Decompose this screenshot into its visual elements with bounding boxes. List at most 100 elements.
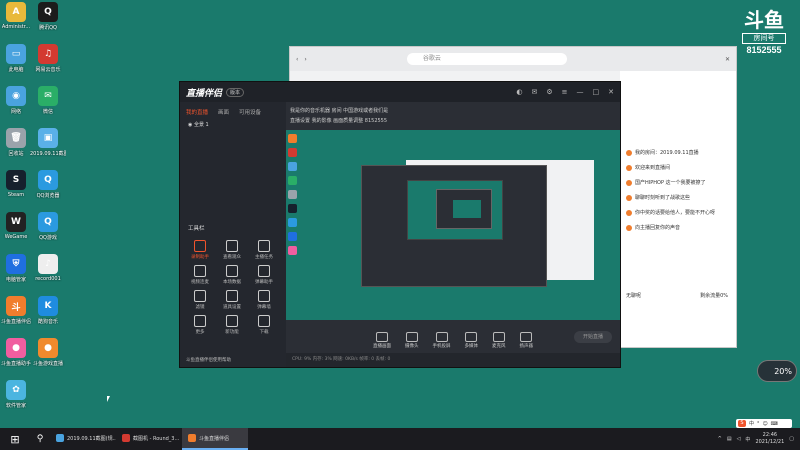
app-icon: ● <box>6 338 26 358</box>
desktop-icon[interactable]: Q QQ浏览器 <box>30 170 66 199</box>
windows-start-icon[interactable]: ⊞ <box>0 433 30 446</box>
system-tray: ^ ▤ ◁ 中 22:46 2021/12/21 ▢ <box>718 432 800 446</box>
tab-my-live[interactable]: 我的直播 <box>186 108 208 116</box>
address-bar[interactable]: 谷歌云 <box>406 53 567 65</box>
desktop-icon[interactable]: ♫ 网易云音乐 <box>30 44 66 73</box>
version-badge[interactable]: 版本 <box>226 87 245 97</box>
notification-icon[interactable]: ▢ <box>789 436 794 442</box>
app-icon: 🗑 <box>6 128 26 148</box>
sidebar-tabs: 我的直播 画面 可用设备 <box>180 102 284 118</box>
control-button[interactable]: 直播画面 <box>373 332 391 349</box>
sogou-icon[interactable]: S <box>738 420 746 427</box>
forward-icon[interactable]: › <box>304 56 306 63</box>
control-button[interactable]: 麦克风 <box>492 332 506 349</box>
tool-button[interactable]: 本场数据 <box>216 265 248 285</box>
control-button[interactable]: 扬声器 <box>520 332 533 349</box>
tool-label: 录制助手 <box>191 255 209 260</box>
tool-button[interactable]: 查看观众 <box>216 240 248 260</box>
app-icon: ♪ <box>38 254 58 274</box>
ime-tray[interactable]: 中 <box>745 436 750 443</box>
control-button[interactable]: 多媒体 <box>465 332 478 349</box>
tool-button[interactable]: 道具设置 <box>216 290 248 310</box>
avatar <box>626 179 632 186</box>
desktop-icon[interactable]: 🗑 回收站 <box>0 128 34 157</box>
chat-text: 欢迎来到直播间 <box>635 165 671 171</box>
settings-icon[interactable]: ⚙ <box>546 88 552 96</box>
desktop-icon[interactable]: ♪ record001 <box>30 254 66 282</box>
desktop-icon-label: 回收站 <box>8 151 24 157</box>
desktop-icon[interactable]: W WeGame <box>0 212 34 240</box>
desktop-icon-label: 网易云音乐 <box>35 67 61 73</box>
search-icon[interactable]: ⚲ <box>30 434 50 444</box>
network-icon[interactable]: ▤ <box>727 436 732 442</box>
clock[interactable]: 22:46 2021/12/21 <box>755 432 784 446</box>
desktop-icon[interactable]: ▭ 此电脑 <box>0 44 34 73</box>
preview-nested-desktop-2 <box>453 200 481 218</box>
eye-icon[interactable]: ◉ <box>188 122 192 128</box>
desktop-icon[interactable]: K 酷狗音乐 <box>30 296 66 325</box>
scene-label: 全景 1 <box>193 122 209 128</box>
control-button[interactable]: 手机投屏 <box>433 332 451 349</box>
desktop-icon[interactable]: 斗斗鱼直播伴侣 <box>0 296 34 325</box>
taskbar-app-icon <box>122 434 130 442</box>
desktop-icon[interactable]: ▣ 2019.09.11截图 <box>30 128 66 157</box>
tab-devices[interactable]: 可用设备 <box>239 108 261 116</box>
ime-mode[interactable]: 中 <box>749 420 754 427</box>
desktop-icon-label: 2019.09.11截图 <box>30 151 66 157</box>
chat-input-hint[interactable]: 无聊呢 <box>626 292 641 299</box>
desktop-icon[interactable]: ◉ 网络 <box>0 86 34 115</box>
desktop-icon[interactable]: Q 腾讯QQ <box>30 2 66 31</box>
float-traffic-badge[interactable]: 20% <box>757 360 797 382</box>
main-area: 我是你的音乐机器 房间 中国游戏或者我们是 直播设置 我的影像 画面质量调整 8… <box>286 102 620 367</box>
desktop-icon[interactable]: Q QQ游戏 <box>30 212 66 241</box>
taskbar-item[interactable]: 斗鱼直播伴侣 <box>182 428 248 450</box>
desktop-icon[interactable]: A Administr... <box>0 2 34 30</box>
preview-nested-app <box>436 189 492 229</box>
chat-text: 我的房间：2019.09.11直播 <box>635 150 699 156</box>
tool-button[interactable]: 视频连麦 <box>184 265 216 285</box>
close-icon[interactable]: ✕ <box>725 56 730 63</box>
tool-icon <box>258 315 270 327</box>
help-link[interactable]: 斗鱼直播伴侣使用帮助 <box>186 357 231 363</box>
keyboard-icon[interactable]: ⌨ <box>771 421 778 427</box>
skin-icon[interactable]: ◐ <box>516 88 522 96</box>
message-icon[interactable]: ✉ <box>531 88 537 96</box>
tool-button[interactable]: 录制助手 <box>184 240 216 260</box>
back-icon[interactable]: ‹ <box>296 56 298 63</box>
tool-button[interactable]: 主播任务 <box>248 240 280 260</box>
punctuation-icon[interactable]: ° <box>757 421 760 427</box>
desktop-icon-label: record001 <box>35 276 61 282</box>
tool-button[interactable]: 新功能 <box>216 315 248 335</box>
volume-icon[interactable]: ◁ <box>737 436 741 442</box>
desktop-icon[interactable]: ✉ 微信 <box>30 86 66 115</box>
taskbar-item[interactable]: 截图机 - Round_3... <box>116 428 182 450</box>
control-bar: 直播画面 摄像头 手机投屏 多媒体 麦克风 扬声器 <box>286 323 620 349</box>
ime-toolbar[interactable]: S 中 ° ☺ ⌨ <box>736 419 792 428</box>
room-number: 8152555 <box>746 45 782 55</box>
taskbar-item-label: 2019.09.11截图(规... <box>67 435 116 442</box>
menu-icon[interactable]: ≡ <box>562 88 568 96</box>
close-icon[interactable]: ✕ <box>608 88 614 96</box>
control-button[interactable]: 摄像头 <box>405 332 419 349</box>
desktop-icon[interactable]: ● 斗鱼游戏直播 <box>30 338 66 367</box>
maximize-icon[interactable]: □ <box>593 88 600 96</box>
tool-button[interactable]: 滤镜 <box>184 290 216 310</box>
tab-scene[interactable]: 画面 <box>218 108 229 116</box>
desktop-icon[interactable]: ⛨ 电脑管家 <box>0 254 34 283</box>
minimize-icon[interactable]: — <box>577 88 584 96</box>
taskbar-item[interactable]: 2019.09.11截图(规... <box>50 428 116 450</box>
emoji-icon[interactable]: ☺ <box>763 421 768 427</box>
scene-item[interactable]: ◉ 全景 1 <box>180 118 284 131</box>
tool-icon <box>194 265 206 277</box>
tools-grid: 录制助手 查看观众 主播任务视频连麦 本场数据 弹幕助手滤镜 道具设置 弹幕墙更多 新功能 下载 <box>184 240 280 335</box>
tool-button[interactable]: 下载 <box>248 315 280 335</box>
desktop-icon[interactable]: ● 斗鱼直播助手 <box>0 338 34 367</box>
start-live-button[interactable]: 开始直播 <box>574 331 612 343</box>
tool-button[interactable]: 弹幕墙 <box>248 290 280 310</box>
tool-button[interactable]: 弹幕助手 <box>248 265 280 285</box>
desktop-icon[interactable]: S Steam <box>0 170 34 198</box>
avatar <box>626 209 632 216</box>
tool-button[interactable]: 更多 <box>184 315 216 335</box>
tray-expand-icon[interactable]: ^ <box>718 436 722 442</box>
desktop-icon[interactable]: ✿ 软件管家 <box>0 380 34 409</box>
